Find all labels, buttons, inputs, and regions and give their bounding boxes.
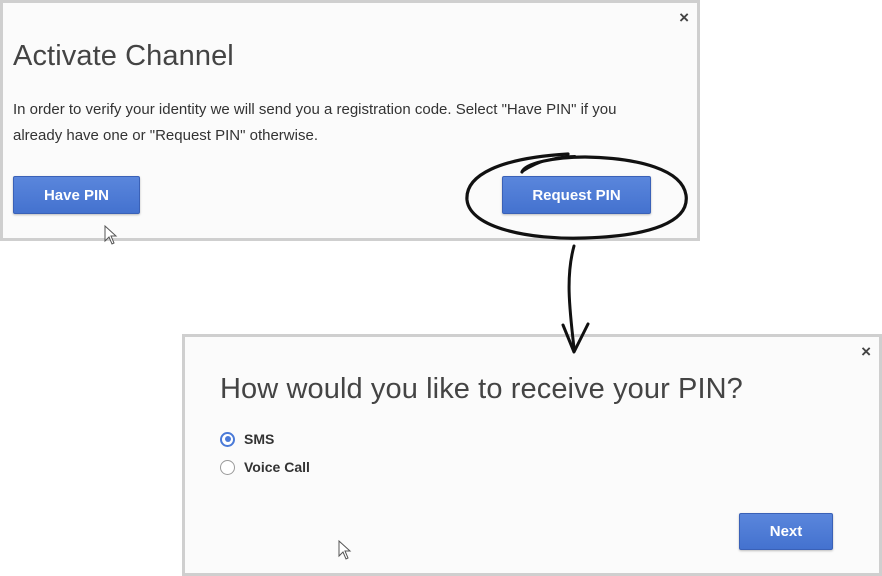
- dialog-title: Activate Channel: [13, 40, 234, 72]
- activate-channel-dialog: × Activate Channel In order to verify yo…: [0, 0, 700, 241]
- dialog-message: In order to verify your identity we will…: [13, 101, 617, 144]
- receive-pin-dialog: × How would you like to receive your PIN…: [182, 334, 882, 576]
- request-pin-button[interactable]: Request PIN: [502, 176, 651, 214]
- next-button[interactable]: Next: [739, 513, 833, 550]
- sms-option-label: SMS: [244, 431, 275, 447]
- have-pin-button[interactable]: Have PIN: [13, 176, 140, 214]
- radio-unselected-icon[interactable]: [220, 459, 235, 475]
- radio-selected-icon[interactable]: [220, 431, 235, 447]
- voice-call-option[interactable]: Voice Call: [220, 459, 310, 475]
- dialog-title: How would you like to receive your PIN?: [220, 373, 743, 405]
- close-icon[interactable]: ×: [861, 343, 871, 360]
- close-icon[interactable]: ×: [679, 9, 689, 26]
- sms-option[interactable]: SMS: [220, 431, 274, 447]
- voice-call-option-label: Voice Call: [244, 459, 310, 475]
